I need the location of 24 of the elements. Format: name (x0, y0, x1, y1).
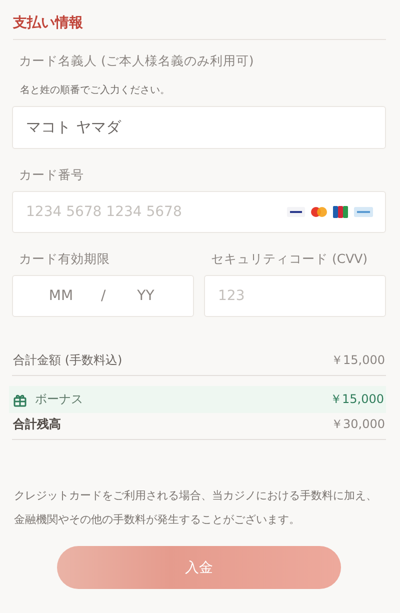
name-input-field[interactable]: マコト ヤマダ (12, 106, 386, 149)
year-input-field[interactable]: YY (120, 288, 172, 304)
card-brand-icon (311, 207, 327, 217)
field-label: セキュリティコード (CVV) (211, 251, 369, 268)
section-title: 支払い情報 (13, 14, 386, 40)
card-number-input-field[interactable]: 1234 5678 1234 5678 (12, 191, 386, 233)
field-label: カード番号 (19, 167, 85, 184)
cvv-input-field[interactable]: 123 (204, 275, 386, 317)
card-brand-icon (354, 207, 373, 217)
summary-amount: ￥15,000 (330, 391, 384, 408)
label-text: 合計金額 (手数料込) (13, 352, 122, 369)
fee-notice: クレジットカードをご利用される場合、当カジノにおける手数料に加え、金融機関やその他の手数料が発生することがございます。 (14, 488, 378, 528)
label-text: ボーナス (35, 391, 83, 408)
card-brand-icon (333, 206, 348, 218)
field-label: カード名義人 (ご本人様名義のみ利用可) (19, 53, 255, 70)
month-input-field[interactable]: MM (35, 288, 87, 304)
field-label: カード有効期限 (19, 251, 111, 268)
date-separator: / (101, 288, 106, 304)
summary-amount: ￥15,000 (331, 352, 385, 369)
summary-amount: ￥30,000 (331, 416, 385, 433)
card-brand-icon (287, 207, 305, 217)
gift-icon (13, 392, 27, 406)
field-hint: 名と姓の順番でご入力ください。 (20, 84, 171, 97)
label-text: 合計残高 (13, 416, 61, 433)
